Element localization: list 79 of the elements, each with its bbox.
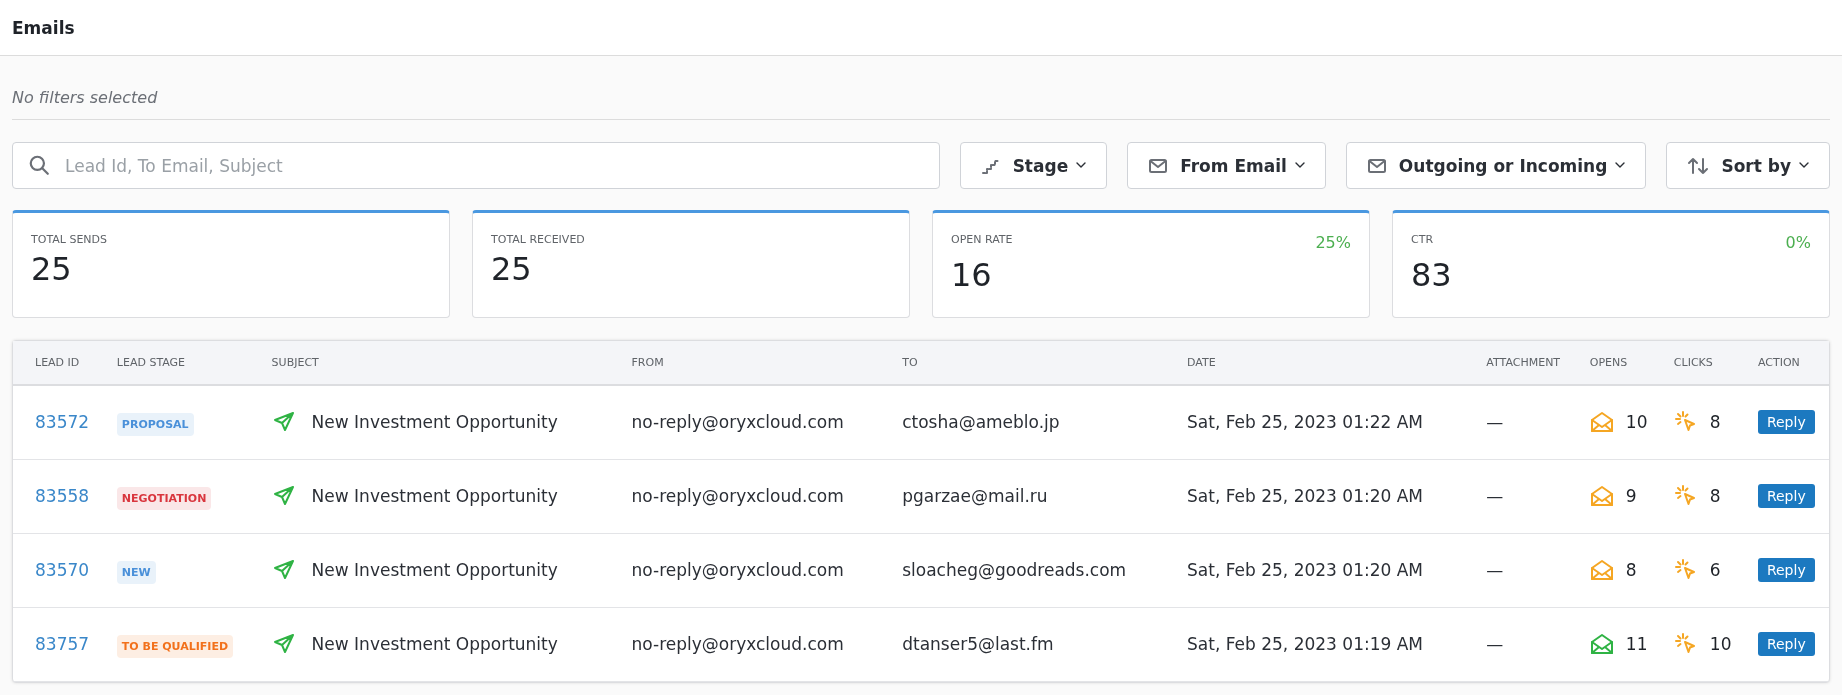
stat-value: 25 (491, 250, 533, 288)
column-header: TO (890, 341, 1176, 385)
search-field[interactable]: Lead Id, To Email, Subject (12, 142, 940, 189)
click-count: 10 (1709, 634, 1732, 654)
table-cell: sloacheg@goodreads.com (902, 560, 1127, 580)
stage-badge: TO BE QUALIFIED (116, 635, 234, 658)
table-cell: Sat, Feb 25, 2023 01:19 AM (1187, 634, 1423, 654)
table-cell: — (1486, 560, 1504, 580)
table-cell: New Investment Opportunity (311, 634, 558, 654)
table-cell: no-reply@oryxcloud.com (631, 634, 844, 654)
paper-plane-icon (271, 484, 296, 508)
column-header: FROM (619, 341, 891, 385)
search-icon (28, 154, 50, 176)
page-title: Emails (12, 17, 75, 38)
stat-label: TOTAL SENDS (31, 233, 107, 246)
table-cell: pgarzae@mail.ru (902, 486, 1048, 506)
click-count: 8 (1709, 412, 1721, 433)
caret-icon (1799, 162, 1809, 169)
caret-icon (1076, 162, 1087, 169)
table-cell: no-reply@oryxcloud.com (631, 560, 844, 580)
cursor-click-icon (1673, 632, 1698, 656)
filter-button[interactable]: From Email (1127, 142, 1326, 189)
stat-label: TOTAL RECEIVED (491, 233, 585, 246)
table-cell: — (1486, 634, 1504, 654)
column-header: ACTION (1745, 341, 1829, 385)
table-cell: New Investment Opportunity (311, 412, 558, 433)
reply-button[interactable]: Reply (1757, 558, 1815, 582)
column-header: SUBJECT (259, 341, 620, 385)
lead-id-link[interactable]: 83570 (35, 560, 90, 580)
open-count: 11 (1625, 634, 1648, 654)
lead-id-link[interactable]: 83558 (35, 486, 90, 506)
column-header: OPENS (1577, 341, 1662, 385)
stat-label: OPEN RATE (951, 233, 1013, 248)
table-cell: ctosha@ameblo.jp (902, 412, 1060, 433)
table-cell: Sat, Feb 25, 2023 01:20 AM (1187, 560, 1423, 580)
table-cell: Sat, Feb 25, 2023 01:20 AM (1187, 486, 1423, 506)
filter-button[interactable]: Outgoing or Incoming (1345, 142, 1647, 189)
table-cell: dtanser5@last.fm (902, 634, 1054, 654)
reply-button[interactable]: Reply (1757, 632, 1815, 656)
column-header: LEAD STAGE (104, 341, 260, 385)
stage-badge: NEGOTIATION (116, 487, 212, 510)
open-count: 8 (1625, 560, 1637, 580)
reply-button[interactable]: Reply (1757, 410, 1815, 435)
table-cell: New Investment Opportunity (311, 560, 558, 580)
lead-id-link[interactable]: 83757 (35, 634, 90, 654)
paper-plane-icon (271, 558, 296, 582)
table-cell: New Investment Opportunity (311, 486, 558, 506)
stat-label: CTR (1411, 233, 1434, 248)
filter-button[interactable]: Sort by (1666, 142, 1830, 189)
stat-value: 83 (1411, 256, 1453, 294)
table-cell: no-reply@oryxcloud.com (631, 486, 844, 506)
column-header: DATE (1175, 341, 1475, 385)
table-cell: — (1486, 412, 1504, 433)
lead-id-link[interactable]: 83572 (35, 412, 90, 433)
column-header: ATTACHMENT (1474, 341, 1578, 385)
open-count: 10 (1625, 412, 1648, 433)
table-cell: Sat, Feb 25, 2023 01:22 AM (1187, 412, 1423, 433)
sort-icon (1687, 155, 1710, 176)
reply-button[interactable]: Reply (1757, 484, 1815, 508)
stat-value: 16 (951, 256, 993, 294)
caret-icon (1294, 162, 1305, 169)
paper-plane-icon (271, 632, 296, 656)
filter-summary: No filters selected (12, 56, 1830, 120)
cursor-click-icon (1673, 484, 1698, 508)
click-count: 8 (1709, 486, 1721, 506)
caret-icon (1615, 162, 1626, 169)
stage-badge: NEW (116, 561, 156, 584)
stat-rate: 25% (1315, 233, 1351, 252)
open-count: 9 (1625, 486, 1637, 506)
cursor-click-icon (1673, 558, 1698, 582)
filter-button[interactable]: Stage (959, 142, 1108, 189)
column-header: CLICKS (1661, 341, 1746, 385)
click-count: 6 (1709, 560, 1721, 580)
stat-rate: 0% (1785, 233, 1811, 252)
stat-value: 25 (31, 250, 73, 288)
column-header: LEAD ID (13, 341, 105, 385)
stage-badge: PROPOSAL (116, 413, 194, 437)
table-cell: — (1486, 486, 1504, 506)
table-cell: no-reply@oryxcloud.com (631, 412, 844, 433)
